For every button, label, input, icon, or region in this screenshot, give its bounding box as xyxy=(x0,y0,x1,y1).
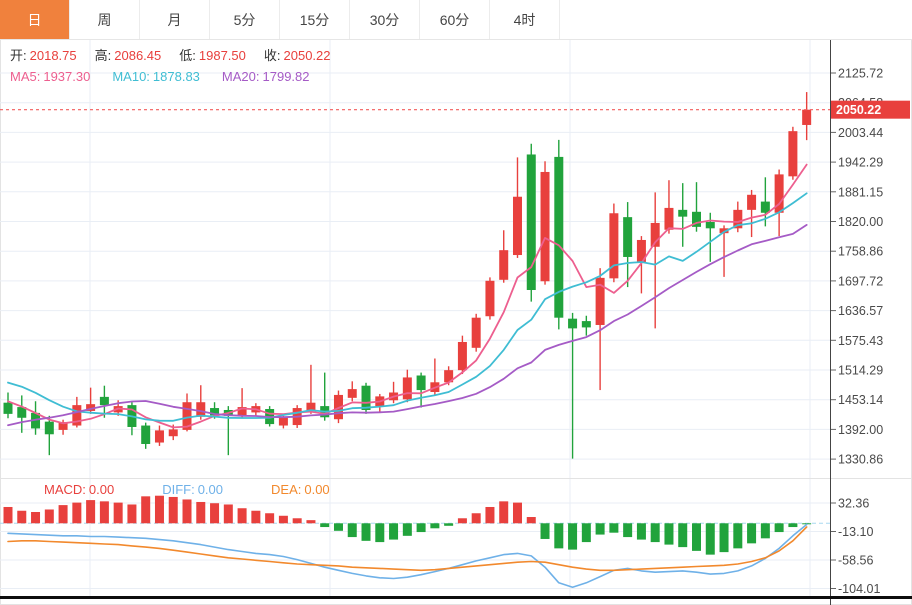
low-label: 低: xyxy=(179,48,196,63)
ma20-label: MA20: xyxy=(221,69,260,84)
svg-text:32.36: 32.36 xyxy=(838,497,869,511)
svg-text:2125.72: 2125.72 xyxy=(838,67,883,81)
svg-text:1758.86: 1758.86 xyxy=(838,245,883,259)
legend-ma20: MA20: 1799.82 xyxy=(222,68,310,86)
svg-text:1881.15: 1881.15 xyxy=(838,185,883,199)
legend-dea: DEA: 0.00 xyxy=(271,481,330,499)
dea-value: 0.00 xyxy=(304,482,330,497)
close-label: 收: xyxy=(263,48,281,63)
open-label: 开: xyxy=(10,48,27,63)
ohlc-legend: 开: 2018.75 高: 2086.45 低: 1987.50 收: 2050.22 xyxy=(0,47,331,65)
svg-text:1514.29: 1514.29 xyxy=(838,364,883,378)
tab-5min[interactable]: 5分 xyxy=(210,0,280,39)
current-price-badge: 2050.22 xyxy=(831,100,910,119)
timeframe-tabbar: 日周月 5分 15分 30分 60分 4时 xyxy=(0,0,912,40)
kline-chart-app: 日周月5分15分30分60分4时 2125.722064.582003.4419… xyxy=(0,0,912,605)
ma10-label: MA10: xyxy=(112,69,150,84)
diff-value: 0.00 xyxy=(197,482,224,497)
open-value: 2018.75 xyxy=(29,48,77,63)
svg-text:1575.43: 1575.43 xyxy=(838,334,883,348)
tab-4hour[interactable]: 4时 xyxy=(490,0,560,39)
legend-open: 开: 2018.75 xyxy=(10,47,77,65)
bottom-scrollbar[interactable] xyxy=(0,596,912,599)
svg-text:1820.00: 1820.00 xyxy=(838,215,883,229)
svg-text:2003.44: 2003.44 xyxy=(838,126,883,140)
svg-text:1392.00: 1392.00 xyxy=(838,423,883,437)
close-value: 2050.22 xyxy=(283,48,331,63)
macd-label: MACD: xyxy=(44,482,86,497)
ma5-label: MA5: xyxy=(10,69,41,84)
legend-ma10: MA10: 1878.83 xyxy=(112,68,200,86)
tab-30min[interactable]: 30分 xyxy=(350,0,420,39)
legend-close: 收: 2050.22 xyxy=(264,47,331,65)
svg-text:1942.29: 1942.29 xyxy=(838,156,883,170)
price-gridlines xyxy=(0,40,830,478)
macd-value: 0.00 xyxy=(88,482,115,497)
dea-label: DEA: xyxy=(271,482,302,497)
svg-text:1453.14: 1453.14 xyxy=(838,393,883,407)
tab-month[interactable]: 月 xyxy=(140,0,210,39)
ma10-value: 1878.83 xyxy=(152,69,200,84)
legend-low: 低: 1987.50 xyxy=(179,47,246,65)
tab-15min[interactable]: 15分 xyxy=(280,0,350,39)
legend-high: 高: 2086.45 xyxy=(95,47,162,65)
legend-diff: DIFF: 0.00 xyxy=(162,481,223,499)
low-value: 1987.50 xyxy=(198,48,246,63)
svg-text:-58.56: -58.56 xyxy=(838,554,873,568)
ma-legend: MA5: 1937.30 MA10: 1878.83 MA20: 1799.82 xyxy=(0,68,310,86)
svg-text:1636.57: 1636.57 xyxy=(838,304,883,318)
svg-text:1330.86: 1330.86 xyxy=(838,453,883,467)
macd-axis: 32.36 -13.10 -58.56 -104.01 xyxy=(830,478,880,605)
tab-60min[interactable]: 60分 xyxy=(420,0,490,39)
svg-text:2050.22: 2050.22 xyxy=(836,103,881,117)
diff-label: DIFF: xyxy=(162,482,195,497)
ma20-value: 1799.82 xyxy=(262,69,310,84)
price-chart-svg: 2125.722064.582003.441942.291881.151820.… xyxy=(0,40,910,478)
tab-day[interactable]: 日 xyxy=(0,0,70,39)
high-label: 高: xyxy=(94,48,112,63)
price-chart-canvas[interactable]: 2125.722064.582003.441942.291881.151820.… xyxy=(0,40,912,478)
tab-week[interactable]: 周 xyxy=(70,0,140,39)
macd-legend: MACD: 0.00 DIFF: 0.00 DEA: 0.00 xyxy=(0,481,330,499)
high-value: 2086.45 xyxy=(114,48,162,63)
svg-text:1697.72: 1697.72 xyxy=(838,274,883,288)
legend-macd: MACD: 0.00 xyxy=(44,481,114,499)
svg-text:-104.01: -104.01 xyxy=(838,582,880,596)
ma5-value: 1937.30 xyxy=(43,69,91,84)
legend-ma5: MA5: 1937.30 xyxy=(10,68,90,86)
svg-text:-13.10: -13.10 xyxy=(838,525,873,539)
